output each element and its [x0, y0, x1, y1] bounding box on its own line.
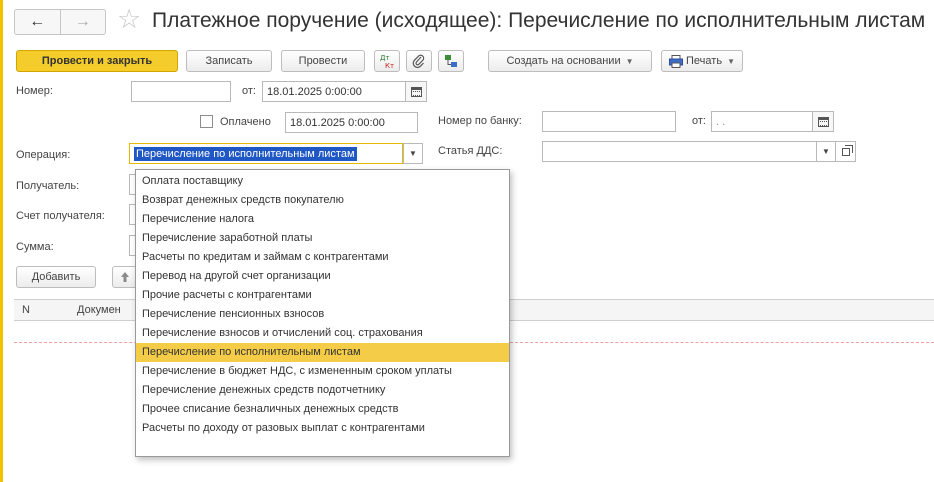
- chevron-down-icon[interactable]: ▼: [816, 141, 836, 162]
- chevron-down-icon: ▼: [727, 56, 735, 66]
- navigation-buttons: ← →: [14, 9, 106, 35]
- dds-label: Статья ДДС:: [438, 145, 503, 157]
- chevron-down-icon[interactable]: ▼: [403, 143, 423, 164]
- window-accent-bar: [0, 0, 3, 482]
- print-label: Печать: [686, 55, 723, 67]
- list-item[interactable]: Перечисление налога: [136, 210, 509, 229]
- svg-text:Дт: Дт: [380, 54, 390, 62]
- paperclip-icon[interactable]: [406, 50, 432, 72]
- window-title: Платежное поручение (исходящее): Перечис…: [152, 9, 926, 32]
- bank-date-label: от:: [692, 115, 706, 127]
- list-item[interactable]: Перечисление заработной платы: [136, 229, 509, 248]
- date-from-label: от:: [242, 85, 256, 97]
- operation-value: Перечисление по исполнительным листам: [134, 146, 357, 161]
- list-item-selected[interactable]: Перечисление по исполнительным листам: [136, 343, 509, 362]
- paid-checkbox[interactable]: [200, 115, 213, 128]
- operation-select[interactable]: Перечисление по исполнительным листам: [129, 143, 403, 164]
- print-button[interactable]: Печать ▼: [661, 50, 743, 72]
- number-label: Номер:: [16, 85, 53, 97]
- list-item[interactable]: Перечисление пенсионных взносов: [136, 305, 509, 324]
- chevron-down-icon: ▼: [625, 56, 634, 66]
- dds-input[interactable]: [542, 141, 817, 162]
- list-item[interactable]: Перечисление в бюджет НДС, с измененным …: [136, 362, 509, 381]
- create-based-on-button[interactable]: Создать на основании ▼: [488, 50, 652, 72]
- column-document: Докумен: [77, 304, 121, 316]
- debit-credit-icon[interactable]: Дт Кт: [374, 50, 400, 72]
- favorite-star-icon[interactable]: ☆: [117, 4, 141, 34]
- sum-label: Сумма:: [16, 241, 54, 253]
- bank-date-input[interactable]: . .: [711, 111, 813, 132]
- list-item[interactable]: Возврат денежных средств покупателю: [136, 191, 509, 210]
- column-n: N: [22, 304, 30, 316]
- list-item[interactable]: Расчеты по кредитам и займам с контраген…: [136, 248, 509, 267]
- forward-arrow-icon[interactable]: →: [61, 10, 106, 34]
- bank-number-input[interactable]: [542, 111, 676, 132]
- bank-number-label: Номер по банку:: [438, 115, 522, 127]
- post-and-close-button[interactable]: Провести и закрыть: [16, 50, 178, 72]
- recipient-label: Получатель:: [16, 180, 80, 192]
- list-item[interactable]: Оплата поставщику: [136, 172, 509, 191]
- list-item[interactable]: Перечисление взносов и отчислений соц. с…: [136, 324, 509, 343]
- structure-icon[interactable]: [438, 50, 464, 72]
- create-based-on-label: Создать на основании: [506, 55, 621, 67]
- operation-label: Операция:: [16, 149, 71, 161]
- post-button[interactable]: Провести: [281, 50, 365, 72]
- list-item[interactable]: Прочее списание безналичных денежных сре…: [136, 400, 509, 419]
- add-button[interactable]: Добавить: [16, 266, 96, 288]
- printer-icon: [669, 54, 684, 68]
- paid-label: Оплачено: [220, 116, 271, 128]
- save-button[interactable]: Записать: [186, 50, 272, 72]
- operation-dropdown-list: Оплата поставщику Возврат денежных средс…: [135, 169, 510, 457]
- back-arrow-icon[interactable]: ←: [15, 10, 61, 34]
- list-item[interactable]: Расчеты по доходу от разовых выплат с ко…: [136, 419, 509, 438]
- open-icon[interactable]: [836, 141, 856, 162]
- list-item[interactable]: Перечисление денежных средств подотчетни…: [136, 381, 509, 400]
- paid-date-input[interactable]: 18.01.2025 0:00:00: [285, 112, 418, 133]
- recipient-account-label: Счет получателя:: [16, 210, 105, 222]
- list-item[interactable]: Перевод на другой счет организации: [136, 267, 509, 286]
- svg-text:Кт: Кт: [385, 62, 394, 69]
- date-input[interactable]: 18.01.2025 0:00:00: [262, 81, 406, 102]
- calendar-icon[interactable]: [812, 111, 834, 132]
- number-input[interactable]: [131, 81, 231, 102]
- list-item[interactable]: Прочие расчеты с контрагентами: [136, 286, 509, 305]
- calendar-icon[interactable]: [405, 81, 427, 102]
